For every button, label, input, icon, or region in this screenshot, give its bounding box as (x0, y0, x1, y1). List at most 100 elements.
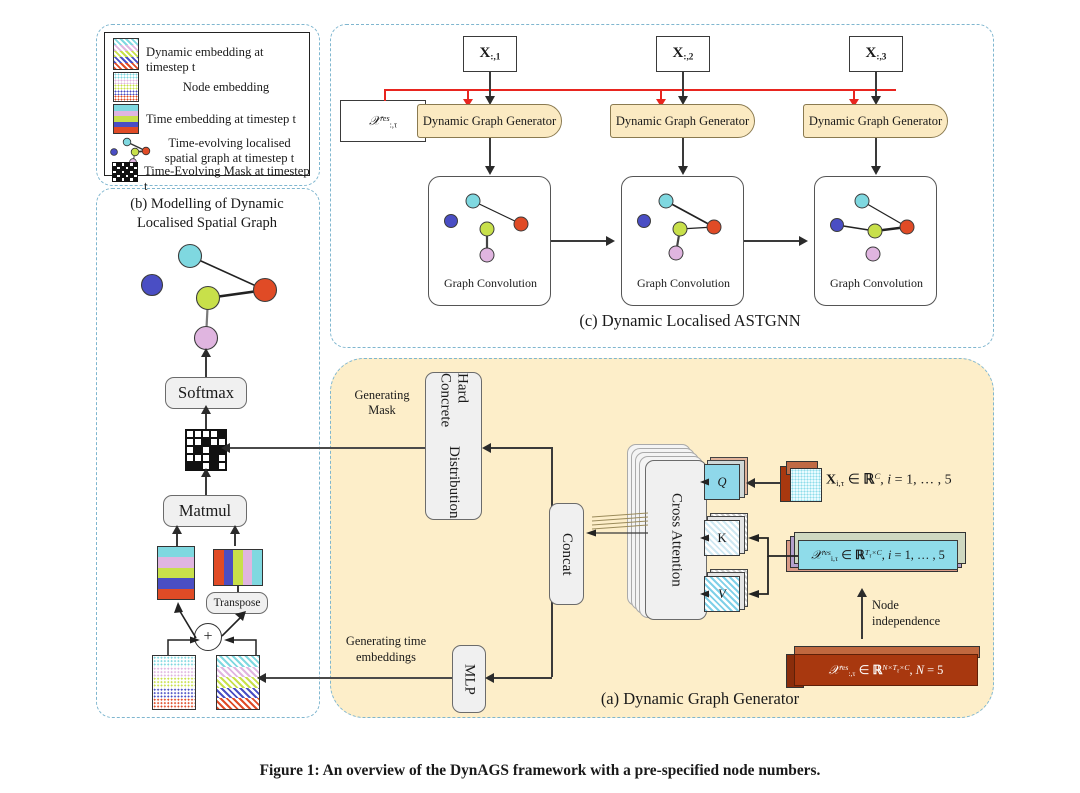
graph-conv-3-label: Graph Convolution (830, 276, 923, 290)
dynamic-graph-generator-1[interactable]: Dynamic Graph Generator (417, 104, 562, 138)
softmax-label: Softmax (178, 383, 234, 402)
concat-box[interactable]: Concat (549, 503, 584, 605)
cross-attention-box[interactable]: Cross Attention (645, 460, 707, 620)
generating-time-label-line1: Generating time (345, 634, 427, 648)
mlp-box[interactable]: MLP (452, 645, 486, 713)
graph-conv-2-graph (636, 189, 732, 274)
tensor-x-label: Xi,τ ∈ ℝC, i = 1, … , 5 (826, 471, 952, 488)
mask-flow-line (226, 447, 432, 449)
node-independence-label-line2: independence (872, 614, 941, 628)
x-to-q-line (752, 482, 780, 484)
dynamic-graph-generator-3[interactable]: Dynamic Graph Generator (803, 104, 948, 138)
arrow-softmax-to-graph-line (205, 355, 207, 377)
xres-all-label: 𝒳res:,τ ∈ ℝN×Tτ×C, N = 5 (828, 662, 944, 679)
residual-bus-left-drop (384, 89, 386, 101)
generator-2-label: Dynamic Graph Generator (615, 113, 750, 128)
xres-i-box: 𝒳resi,τ ∈ ℝTτ×C, i = 1, … , 5 (798, 540, 958, 570)
concat-label: Concat (559, 532, 575, 576)
node-embedding-swatch (113, 72, 139, 102)
arrow-softmax-to-graph-head (200, 348, 211, 357)
legend-label-time-embedding: Time embedding at timestep t (146, 112, 296, 126)
node-independence-line (861, 595, 863, 639)
arrow-left-emb-to-matmul-line (176, 532, 178, 546)
node-independence-label-line1: Node (872, 598, 899, 612)
graph-convolution-3[interactable]: Graph Convolution (814, 176, 937, 306)
generator2-to-conv-arrow (677, 166, 688, 175)
legend-mask-grid (112, 162, 138, 182)
x2-to-generator-line (682, 72, 684, 98)
v-label: V (718, 586, 726, 601)
arrow-left-emb-to-matmul-head (171, 525, 182, 534)
x1-to-generator-line (489, 72, 491, 98)
concat-to-hcd-arrow (482, 442, 491, 453)
dynamic-graph-generator-2[interactable]: Dynamic Graph Generator (610, 104, 755, 138)
mask-flow-arrow (221, 443, 230, 453)
cross-attention-label: Cross Attention (668, 493, 685, 587)
arrow-right-emb-to-matmul-head (229, 525, 240, 534)
generator-3-label: Dynamic Graph Generator (808, 113, 943, 128)
legend-label-spatial-graph: Time-evolving localised spatial graph at… (164, 136, 295, 165)
input-x1-label: X:,1 (479, 45, 501, 63)
mlp-label: MLP (461, 663, 478, 695)
q-label: Q (717, 474, 727, 489)
graph-convolution-1[interactable]: Graph Convolution (428, 176, 551, 306)
panel-b-title-line1: (b) Modelling of Dynamic (130, 196, 284, 212)
qkv-to-attention-arrows (700, 470, 712, 625)
x-to-q-arrow (746, 477, 755, 488)
xres-i-label: 𝒳resi,τ ∈ ℝTτ×C, i = 1, … , 5 (811, 547, 945, 564)
generating-time-label-line2: embeddings (356, 650, 416, 664)
generating-mask-label-line1: Generating (354, 388, 410, 402)
conv2-to-conv3-line (744, 240, 802, 242)
residual-tensor-box: 𝒳res:,τ (340, 100, 426, 142)
dynamic-embedding-block (216, 655, 260, 710)
input-x1-box: X:,1 (463, 36, 517, 72)
residual-tensor-label: 𝒳res:,τ (368, 112, 398, 130)
graph-conv-2-label: Graph Convolution (637, 276, 730, 290)
panel-b-title-line2: Localised Spatial Graph (136, 215, 278, 231)
legend-label-node-embedding: Node embedding (182, 80, 270, 94)
figure-caption: Figure 1: An overview of the DynAGS fram… (259, 762, 821, 779)
k-label: K (717, 530, 727, 545)
conv2-to-conv3-arrow (799, 235, 808, 246)
cross-attention-to-concat-lines (584, 512, 649, 551)
concat-to-mlp-line (490, 677, 552, 679)
graph-conv-1-graph (443, 189, 539, 274)
panel-c-title: (c) Dynamic Localised ASTGNN (579, 311, 801, 330)
concat-to-mlp-arrow (485, 672, 494, 683)
input-x3-label: X:,3 (865, 45, 887, 63)
x3-to-generator-line (875, 72, 877, 98)
arrow-matmul-to-mask-line (205, 475, 207, 495)
graph-conv-3-graph (829, 191, 925, 276)
graph-convolution-2[interactable]: Graph Convolution (621, 176, 744, 306)
graph-conv-1-label: Graph Convolution (444, 276, 537, 290)
time-embedding-swatch (113, 104, 139, 134)
generating-mask-label-line2: Mask (368, 403, 396, 417)
panel-a-title: (a) Dynamic Graph Generator (600, 689, 800, 708)
matmul-label: Matmul (178, 501, 232, 520)
generator3-to-conv-arrow (870, 166, 881, 175)
panel-b-spatial-graph (140, 240, 300, 360)
conv1-to-conv2-arrow (606, 235, 615, 246)
xres-to-kv-connector (740, 532, 802, 605)
concat-to-hcd-line (487, 447, 553, 449)
hard-concrete-line1: Hard Concrete (437, 373, 471, 428)
arrow-mask-to-softmax-head (200, 405, 211, 414)
conv1-to-conv2-line (551, 240, 609, 242)
node-independence-arrow (856, 588, 867, 597)
legend-label-dynamic-embedding: Dynamic embedding at timestep t (146, 45, 264, 74)
figure-root: Dynamic embedding at timestep t Node emb… (0, 0, 1080, 793)
generator-1-label: Dynamic Graph Generator (422, 113, 557, 128)
hard-concrete-line2: Distribution (446, 446, 462, 519)
node-embedding-block (152, 655, 196, 710)
mask-swatch (112, 162, 138, 182)
xres-all-box: 𝒳res:,τ ∈ ℝN×Tτ×C, N = 5 (794, 654, 978, 686)
dynamic-embedding-swatch (113, 38, 139, 70)
matmul-box[interactable]: Matmul (163, 495, 247, 527)
residual-bus-line (384, 89, 896, 91)
hard-concrete-distribution-box[interactable]: Hard Concrete Distribution (425, 372, 482, 520)
input-x2-label: X:,2 (672, 45, 694, 63)
time-embedding-flow-line (262, 677, 452, 679)
generator1-to-conv-arrow (484, 166, 495, 175)
input-x3-box: X:,3 (849, 36, 903, 72)
arrow-matmul-to-mask-head (200, 468, 211, 477)
